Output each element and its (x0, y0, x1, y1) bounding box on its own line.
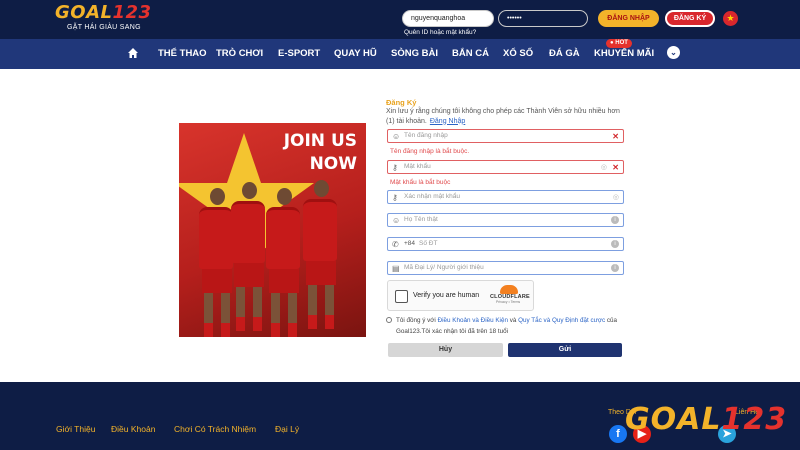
info-icon: i (611, 216, 619, 224)
nav-item-ban-ca[interactable]: BẮN CÁ (452, 39, 489, 69)
eye-off-icon[interactable]: ◎ (601, 162, 607, 173)
agree-radio[interactable] (386, 317, 392, 323)
nav-item-tro-choi[interactable]: TRÒ CHƠI (216, 39, 263, 69)
banner-headline: JOIN US NOW (275, 130, 357, 176)
cloud-icon (500, 285, 518, 294)
top-header: GOAL123 GẶT HÁI GIÀU SANG nguyenquanghoa… (0, 0, 800, 39)
phone-field[interactable]: ✆ +84 Số ĐT i (387, 237, 624, 251)
confirm-placeholder: Xác nhận mật khẩu (404, 193, 461, 200)
join-banner: JOIN US NOW (179, 123, 366, 337)
agree-mid: và (509, 317, 517, 324)
info-icon: i (611, 240, 619, 248)
phone-placeholder: Số ĐT (419, 240, 438, 247)
player-figure (231, 182, 267, 331)
nav-item-song-bai[interactable]: SÒNG BÀI (391, 39, 438, 69)
captcha-checkbox[interactable] (395, 290, 408, 303)
logo-tagline: GẶT HÁI GIÀU SANG (67, 24, 141, 31)
notice-text: Xin lưu ý rằng chúng tôi không cho phép … (386, 108, 620, 125)
info-icon: i (611, 264, 619, 272)
register-button[interactable]: ĐĂNG KÝ (665, 10, 715, 27)
player-figure (303, 180, 339, 329)
captcha-label: Verify you are human (413, 292, 480, 299)
form-notice: Xin lưu ý rằng chúng tôi không cho phép … (386, 107, 626, 126)
register-username-field[interactable]: ☺ Tên đăng nhập ✕ (387, 129, 624, 143)
footer-link-responsible[interactable]: Chơi Có Trách Nhiệm (174, 424, 256, 434)
fullname-placeholder: Họ Tên thật (404, 216, 438, 223)
form-title: Đăng Ký (386, 98, 417, 107)
footer-link-agent[interactable]: Đại Lý (275, 424, 299, 434)
nav-item-the-thao[interactable]: THỂ THAO (158, 39, 207, 69)
vietnam-flag-icon[interactable]: ★ (723, 11, 738, 26)
player-figure (266, 188, 302, 337)
password-placeholder: Mật khẩu (404, 163, 431, 170)
key-icon: ⚷ (392, 163, 398, 172)
banner-line-2: NOW (309, 154, 357, 174)
username-input[interactable]: nguyenquanghoa (402, 10, 494, 27)
submit-button[interactable]: Gửi (508, 343, 622, 357)
page: GOAL123 GẶT HÁI GIÀU SANG nguyenquanghoa… (0, 0, 800, 450)
footer-logo: GOAL123 (625, 402, 788, 437)
captcha-widget: Verify you are human CLOUDFLARE Privacy … (387, 280, 534, 311)
captcha-links[interactable]: Privacy • Terms (496, 300, 530, 304)
cancel-button[interactable]: Hủy (388, 343, 503, 357)
nav-item-esport[interactable]: E-SPORT (278, 39, 320, 69)
eye-off-icon[interactable]: ◎ (613, 192, 619, 203)
login-link[interactable]: Đăng Nhập (430, 118, 465, 125)
terms-link[interactable]: Điều Khoản và Điều Kiện (438, 317, 508, 324)
agree-prefix: Tôi đồng ý với (396, 317, 436, 324)
phone-icon: ✆ (392, 240, 399, 249)
home-icon[interactable] (127, 47, 139, 59)
password-input[interactable]: •••••• (498, 10, 588, 27)
forgot-credentials-link[interactable]: Quên ID hoặc mật khẩu? (404, 29, 476, 36)
referral-placeholder: Mã Đại Lý/ Người giới thiệu (404, 264, 484, 271)
banner-line-1: JOIN US (283, 131, 357, 151)
footer-link-about[interactable]: Giới Thiệu (56, 424, 95, 434)
nav-item-da-ga[interactable]: ĐÁ GÀ (549, 39, 580, 69)
site-logo[interactable]: GOAL123 GẶT HÁI GIÀU SANG (55, 2, 152, 32)
password-error: Mật khẩu là bắt buộc (390, 179, 451, 186)
clear-icon[interactable]: ✕ (612, 131, 619, 142)
nav-item-quay-hu[interactable]: QUAY HŨ (334, 39, 377, 69)
cloudflare-logo: CLOUDFLARE Privacy • Terms (490, 285, 530, 304)
footer-link-terms[interactable]: Điều Khoản (111, 424, 155, 434)
register-password-field[interactable]: ⚷ Mật khẩu ◎ ✕ (387, 160, 624, 174)
referral-field[interactable]: ▤ Mã Đại Lý/ Người giới thiệu i (387, 261, 624, 275)
user-icon: ☺ (392, 216, 401, 225)
confirm-password-field[interactable]: ⚷ Xác nhận mật khẩu ◎ (387, 190, 624, 204)
hot-badge: ● HOT (606, 39, 632, 48)
login-button[interactable]: ĐĂNG NHẬP (598, 10, 659, 27)
chevron-down-icon[interactable]: ⌄ (667, 46, 680, 59)
user-icon: ☺ (392, 132, 401, 141)
key-icon: ⚷ (392, 193, 398, 202)
player-figure (199, 188, 235, 337)
terms-agreement: Tôi đồng ý với Điều Khoản và Điều Kiện v… (396, 315, 624, 337)
id-card-icon: ▤ (392, 264, 400, 273)
username-error: Tên đăng nhập là bắt buộc. (390, 148, 470, 155)
logo-wordmark: GOAL123 (55, 2, 152, 23)
fullname-field[interactable]: ☺ Họ Tên thật i (387, 213, 624, 227)
phone-country-code[interactable]: +84 (404, 238, 415, 250)
nav-item-xo-so[interactable]: XỔ SỐ (503, 39, 533, 69)
username-placeholder: Tên đăng nhập (404, 132, 448, 139)
main-nav: THỂ THAO TRÒ CHƠI E-SPORT QUAY HŨ SÒNG B… (0, 39, 800, 69)
rules-link[interactable]: Quy Tắc và Quy Định đặt cược (518, 317, 605, 324)
clear-icon[interactable]: ✕ (612, 162, 619, 173)
